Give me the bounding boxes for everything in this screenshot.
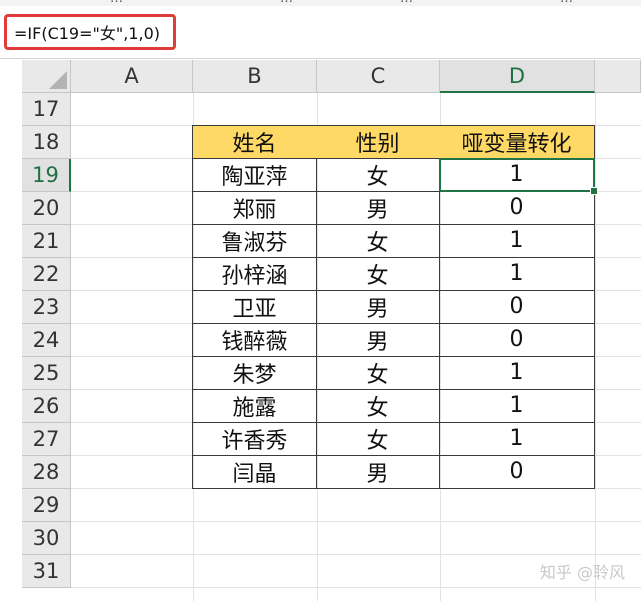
watermark: 知乎 @聆风 [539,563,625,582]
cell-c27[interactable]: 女 [316,422,440,456]
cell-d21[interactable]: 1 [439,224,595,258]
cell-b27[interactable]: 许香秀 [192,422,317,456]
cell-b20[interactable]: 郑丽 [192,191,317,225]
cell-b25[interactable]: 朱梦 [192,356,317,390]
left-gutter [0,60,22,601]
cell-c25[interactable]: 女 [316,356,440,390]
cell-d19[interactable]: 1 [439,158,595,192]
gridline-horizontal [71,521,641,522]
row-header-20[interactable]: 20 [22,192,71,225]
row-header-21[interactable]: 21 [22,225,71,258]
cell-c22[interactable]: 女 [316,257,440,291]
table-header-d[interactable]: 哑变量转化 [439,125,595,159]
cell-d20[interactable]: 0 [439,191,595,225]
cell-c24[interactable]: 男 [316,323,440,357]
formula-input[interactable]: =IF(C19="女",1,0) [4,14,176,50]
cell-c26[interactable]: 女 [316,389,440,423]
cell-d23[interactable]: 0 [439,290,595,324]
cell-b26[interactable]: 施露 [192,389,317,423]
row-header-17[interactable]: 17 [22,93,71,126]
fill-handle[interactable] [590,187,598,195]
cell-c28[interactable]: 男 [316,455,440,489]
row-header-29[interactable]: 29 [22,489,71,522]
cell-b19[interactable]: 陶亚萍 [192,158,317,192]
column-header-filler [595,60,641,93]
spreadsheet-grid[interactable]: ABCD 17 18 19 20 21 22 23 24 25 26 27 28 29 30 31 姓名 性别… [0,60,641,601]
cell-b28[interactable]: 闫晶 [192,455,317,489]
gridline-horizontal [71,554,641,555]
cell-d27[interactable]: 1 [439,422,595,456]
cell-d28[interactable]: 0 [439,455,595,489]
row-header-28[interactable]: 28 [22,456,71,489]
cell-d24[interactable]: 0 [439,323,595,357]
row-header-26[interactable]: 26 [22,390,71,423]
row-header-23[interactable]: 23 [22,291,71,324]
cell-b21[interactable]: 鲁淑芬 [192,224,317,258]
cell-c19[interactable]: 女 [316,158,440,192]
row-header-30[interactable]: 30 [22,522,71,555]
formula-bar: =IF(C19="女",1,0) [0,6,641,59]
row-header-27[interactable]: 27 [22,423,71,456]
cell-b22[interactable]: 孙梓涵 [192,257,317,291]
cell-b23[interactable]: 卫亚 [192,290,317,324]
row-header-19[interactable]: 19 [22,159,71,192]
column-header-d[interactable]: D [440,60,595,93]
gridline-vertical [595,93,596,601]
row-header-18[interactable]: 18 [22,126,71,159]
table-header-c[interactable]: 性别 [316,125,440,159]
cell-c20[interactable]: 男 [316,191,440,225]
select-all-triangle-icon [49,71,67,89]
cell-c23[interactable]: 男 [316,290,440,324]
cell-c21[interactable]: 女 [316,224,440,258]
column-header-c[interactable]: C [317,60,440,93]
select-all-corner[interactable] [22,60,71,93]
row-header-24[interactable]: 24 [22,324,71,357]
row-header-22[interactable]: 22 [22,258,71,291]
cell-b24[interactable]: 钱醉薇 [192,323,317,357]
cell-d25[interactable]: 1 [439,356,595,390]
formula-text: =IF(C19="女",1,0) [14,24,161,43]
cell-d26[interactable]: 1 [439,389,595,423]
table-header-b[interactable]: 姓名 [192,125,317,159]
gridline-horizontal [71,587,641,588]
column-header-a[interactable]: A [71,60,193,93]
row-header-25[interactable]: 25 [22,357,71,390]
column-header-b[interactable]: B [193,60,317,93]
row-header-31[interactable]: 31 [22,555,71,588]
cell-d22[interactable]: 1 [439,257,595,291]
